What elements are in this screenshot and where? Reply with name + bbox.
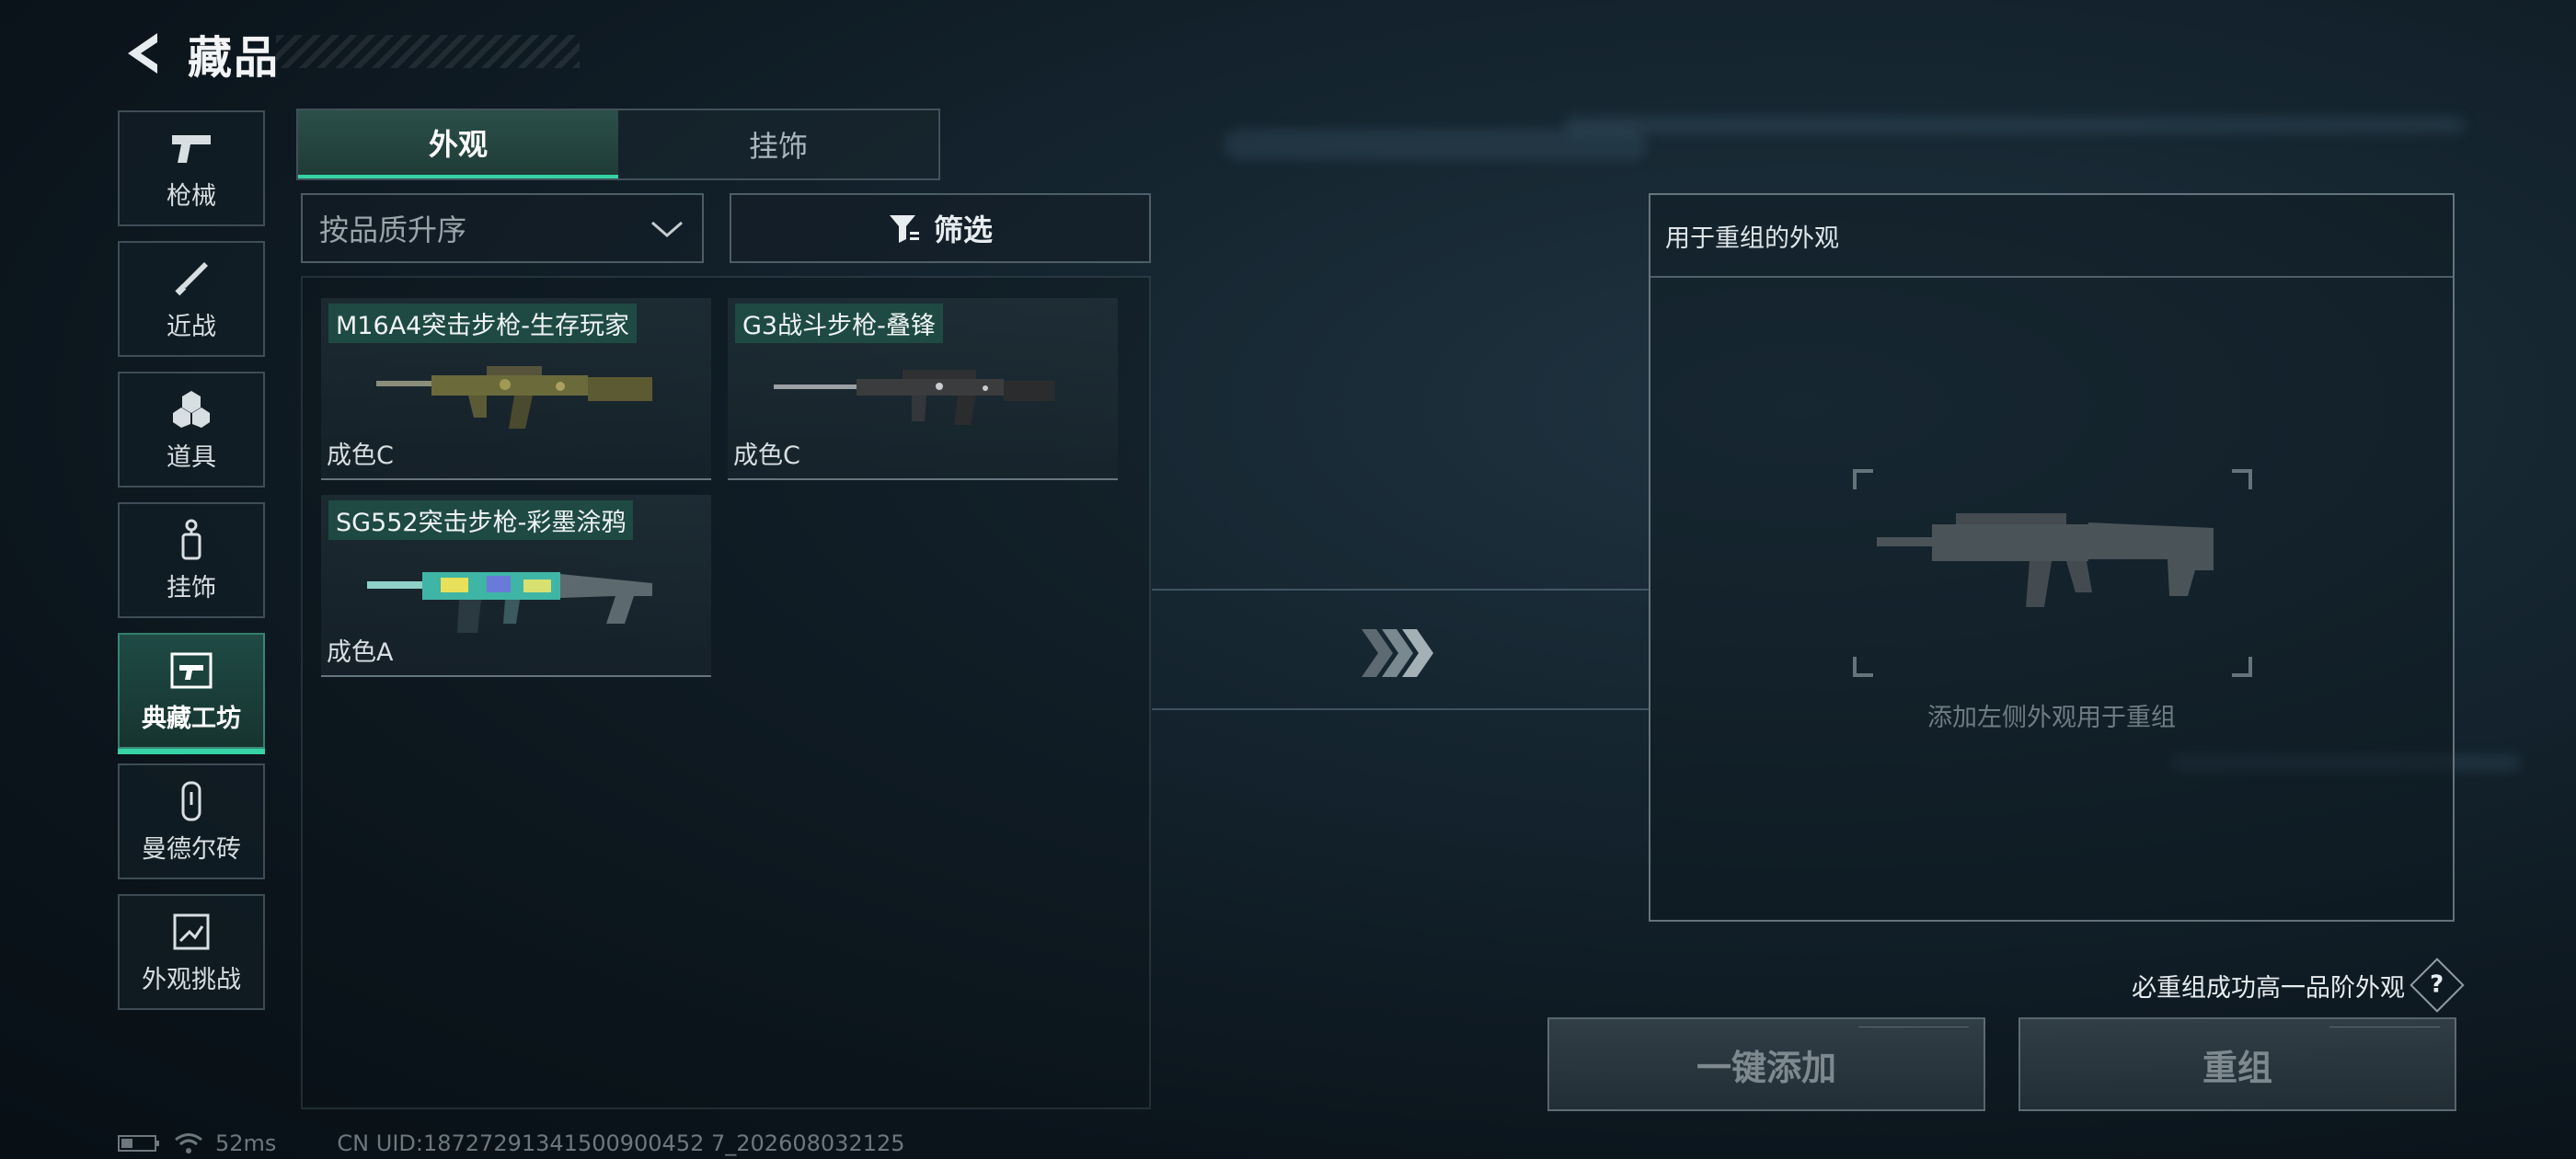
wifi-icon (175, 1133, 202, 1153)
rifle-placeholder-icon (1827, 469, 2278, 677)
back-button[interactable] (118, 28, 166, 79)
skin-name: SG552突击步枪-彩墨涂鸦 (328, 500, 634, 540)
connector-line (1152, 708, 1649, 710)
filter-button[interactable]: 筛选 (730, 193, 1151, 263)
recombine-button[interactable]: 重组 (2018, 1017, 2456, 1111)
sort-value: 按品质升序 (319, 212, 467, 247)
recombine-panel: 用于重组的外观 添加左侧外观用于重组 (1649, 193, 2455, 922)
skin-name: G3战斗步枪-叠锋 (735, 304, 943, 343)
charm-icon (169, 518, 213, 562)
skin-grade: 成色C (327, 442, 394, 470)
chevron-down-icon (651, 221, 683, 237)
panel-title: 用于重组的外观 (1650, 195, 2453, 278)
filter-icon (889, 215, 919, 243)
filter-label: 筛选 (933, 212, 993, 247)
nav-item-label: 挂饰 (167, 573, 216, 602)
panel-hint: 添加左侧外观用于重组 (1927, 704, 2176, 732)
category-nav: 枪械 近战 道具 挂饰 典藏工坊 曼德尔砖 外观挑战 (118, 110, 267, 1025)
brick-icon (169, 779, 213, 823)
battery-icon (118, 1135, 159, 1152)
nav-item-label: 枪械 (167, 181, 216, 211)
add-all-label: 一键添加 (1696, 1047, 1836, 1088)
status-bar: 52ms CN UID:18727291341500900452 7_20260… (118, 1130, 905, 1157)
tab-bar: 外观 挂饰 (296, 109, 940, 180)
ping-readout: 52ms (215, 1130, 277, 1156)
guarantee-note: 必重组成功高一品阶外观 ? (2132, 958, 2465, 1013)
nav-item-guns[interactable]: 枪械 (118, 110, 265, 226)
nav-item-items[interactable]: 道具 (118, 372, 265, 488)
recombine-label: 重组 (2202, 1047, 2272, 1088)
page-title: 藏品 (188, 32, 281, 84)
pistol-icon (169, 126, 213, 170)
skin-grade: 成色C (733, 442, 800, 470)
skin-list: M16A4突击步枪-生存玩家 成色C G3战斗步枪-叠锋 成色C SG552突击… (301, 276, 1151, 1109)
skin-card[interactable]: G3战斗步枪-叠锋 成色C (728, 298, 1118, 480)
skin-grade: 成色A (327, 638, 394, 667)
sort-dropdown[interactable]: 按品质升序 (301, 193, 704, 263)
nav-item-mandel-brick[interactable]: 曼德尔砖 (118, 763, 265, 879)
tab-charms[interactable]: 挂饰 (618, 110, 938, 178)
nav-item-charms[interactable]: 挂饰 (118, 502, 265, 618)
nav-item-label: 典藏工坊 (142, 704, 241, 733)
background-decoration (1564, 116, 2466, 134)
page-header: 藏品 (118, 26, 280, 84)
title-decoration (276, 35, 580, 68)
skin-name: M16A4突击步枪-生存玩家 (328, 304, 638, 343)
rifle-image (774, 370, 1055, 425)
button-decoration (2329, 1027, 2440, 1039)
back-arrow-icon (128, 33, 157, 74)
button-decoration (1858, 1027, 1969, 1039)
guarantee-text: 必重组成功高一品阶外观 (2132, 973, 2405, 1003)
connector-line (1152, 589, 1649, 591)
skin-card[interactable]: SG552突击步枪-彩墨涂鸦 成色A (321, 495, 711, 677)
rifle-image (367, 572, 652, 633)
nav-item-label: 外观挑战 (142, 965, 241, 994)
help-button[interactable]: ? (2409, 958, 2465, 1013)
add-all-button[interactable]: 一键添加 (1547, 1017, 1985, 1111)
user-uid: CN UID:18727291341500900452 7_2026080321… (337, 1130, 905, 1156)
nav-item-melee[interactable]: 近战 (118, 241, 265, 357)
knife-icon (169, 257, 213, 301)
help-icon: ? (2430, 971, 2444, 999)
nav-item-label: 曼德尔砖 (142, 834, 241, 864)
nav-item-label: 近战 (167, 312, 216, 341)
skin-card[interactable]: M16A4突击步枪-生存玩家 成色C (321, 298, 711, 480)
nav-item-workshop[interactable]: 典藏工坊 (118, 633, 265, 754)
grenade-icon (169, 387, 213, 431)
tab-skins[interactable]: 外观 (298, 110, 618, 178)
recombine-slot[interactable] (1827, 467, 2278, 679)
rifle-image (376, 366, 652, 429)
forward-chevrons-icon (1362, 629, 1433, 677)
nav-item-skin-challenge[interactable]: 外观挑战 (118, 894, 265, 1010)
nav-item-label: 道具 (167, 442, 216, 472)
challenge-icon (169, 910, 213, 954)
workshop-icon (169, 648, 213, 693)
